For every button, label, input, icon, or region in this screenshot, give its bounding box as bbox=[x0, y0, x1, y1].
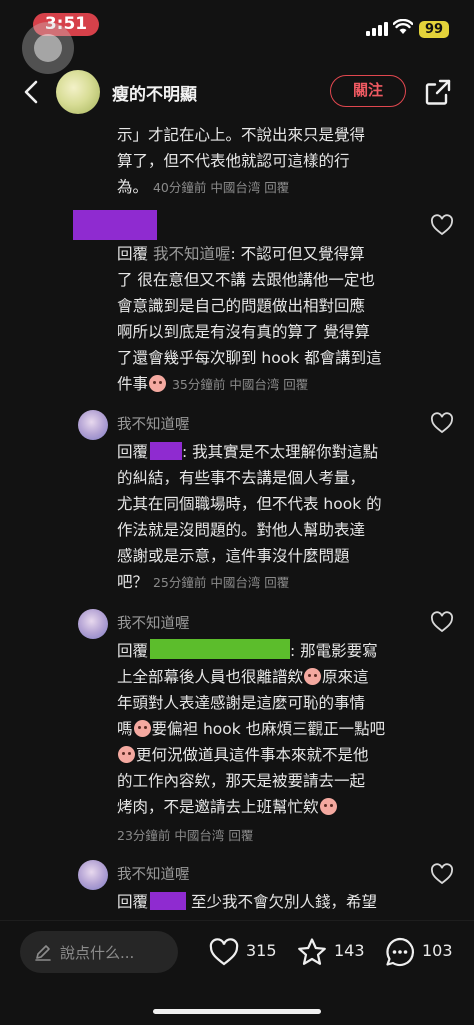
status-bar: 3:51 99 bbox=[0, 0, 474, 74]
commenter-name[interactable]: 我不知道喔 bbox=[117, 863, 190, 884]
comment-text: 烤肉，不是邀請去上班幫忙欸 bbox=[117, 795, 338, 817]
emoji-icon bbox=[149, 375, 167, 392]
like-heart-icon[interactable] bbox=[430, 412, 454, 434]
star-icon bbox=[298, 938, 326, 965]
comment-meta: 25分鐘前 中國台湾 回覆 bbox=[152, 575, 290, 590]
follow-button[interactable]: 關注 bbox=[330, 75, 406, 107]
comment-text: 年頭對人表達感謝是這麼可恥的事情 bbox=[117, 694, 366, 712]
comment-text: 會意識到是自己的問題做出相對回應 bbox=[117, 297, 366, 315]
like-heart-icon[interactable] bbox=[430, 863, 454, 885]
comment-text: 尤其在同個職場時，但不代表 hook 的 bbox=[117, 495, 382, 513]
comment-input[interactable]: 說点什么... bbox=[20, 931, 178, 973]
comment-meta: 40分鐘前 中國台湾 回覆 bbox=[152, 180, 290, 195]
comment-text: 了 很在意但又不講 去跟他講他一定也 bbox=[117, 271, 375, 289]
comment-text: 算了，但不代表他就認可這樣的行 bbox=[117, 152, 350, 170]
comment-text: 吧？ 25分鐘前 中國台湾 回覆 bbox=[117, 573, 290, 591]
comment-text: 的糾結，有些事不去講是個人考量， bbox=[117, 469, 366, 487]
comment-text: 感謝或是示意，這件事沒什麼問題 bbox=[117, 547, 350, 565]
comment-text: 回覆 至少我不會欠別人錢，希望 bbox=[117, 892, 377, 911]
comment-text-end: 為。 bbox=[117, 178, 149, 196]
emoji-icon bbox=[304, 668, 322, 685]
reply-label: 回覆 bbox=[117, 642, 149, 660]
commenter-name[interactable]: 我不知道喔 bbox=[117, 413, 190, 434]
reply-mention[interactable]: 我不知道喔 bbox=[153, 245, 231, 263]
comment-text: 啊所以到底是有沒有真的算了 覺得算 bbox=[117, 323, 370, 341]
commenter-avatar[interactable] bbox=[78, 609, 108, 639]
home-indicator bbox=[153, 1009, 321, 1014]
comment-list[interactable]: 示」才記在心上。不說出來只是覺得 算了，但不代表他就認可這樣的行 為。 40分鐘… bbox=[0, 122, 474, 920]
like-count: 315 bbox=[246, 941, 277, 960]
reply-label: 回覆 bbox=[117, 443, 149, 461]
reply-label: 回覆 bbox=[117, 893, 149, 911]
author-avatar[interactable] bbox=[56, 70, 100, 114]
comment-text: 了還會幾乎每次聊到 hook 都會講到這 bbox=[117, 349, 382, 367]
comment-text: 作法就是沒問題的。對他人幫助表達 bbox=[117, 521, 366, 539]
commenter-avatar[interactable] bbox=[78, 860, 108, 890]
header: 瘦的不明顯 關注 bbox=[0, 62, 474, 122]
reply-label: 回覆 bbox=[117, 245, 149, 263]
battery-indicator: 99 bbox=[419, 21, 449, 38]
favorite-button[interactable]: 143 bbox=[296, 935, 368, 969]
comment-text: 上全部幕後人員也很離譜欸 原來這 bbox=[117, 668, 369, 686]
redacted-username bbox=[73, 210, 157, 240]
comment-bubble-icon bbox=[386, 937, 415, 967]
comment-input-placeholder: 說点什么... bbox=[60, 944, 135, 962]
comment-text: 嗎要偏袒 hook 也麻煩三觀正一點吧 bbox=[117, 720, 386, 738]
author-name[interactable]: 瘦的不明顯 bbox=[112, 80, 197, 105]
comment-meta: 35分鐘前 中國台湾 回覆 bbox=[171, 377, 309, 392]
comment-text: 件事 35分鐘前 中國台湾 回覆 bbox=[117, 375, 309, 393]
emoji-icon bbox=[118, 746, 135, 763]
redacted-mention bbox=[150, 639, 291, 659]
redacted-mention bbox=[150, 892, 187, 910]
redacted-mention bbox=[150, 442, 183, 460]
comment-meta: 23分鐘前 中國台湾 回覆 bbox=[117, 828, 254, 843]
comment-text: 回覆: 那電影要寫 bbox=[117, 639, 378, 661]
comment-text: 為。 40分鐘前 中國台湾 回覆 bbox=[117, 175, 289, 197]
comment-text: 示」才記在心上。不說出來只是覺得 bbox=[117, 126, 366, 144]
comment-text: 更何況做道具這件事本來就不是他 bbox=[117, 743, 369, 765]
comment-text: 回覆: 我其實是不太理解你對這點 bbox=[117, 442, 379, 461]
share-icon[interactable] bbox=[424, 78, 452, 106]
commenter-name[interactable]: 我不知道喔 bbox=[117, 612, 190, 633]
bottom-action-bar: 說点什么... 315 143 103 bbox=[0, 920, 474, 1025]
wifi-icon bbox=[393, 19, 413, 34]
comment-count-button[interactable]: 103 bbox=[384, 935, 456, 969]
comment-count: 103 bbox=[422, 941, 453, 960]
signal-icon bbox=[366, 22, 388, 36]
like-heart-icon[interactable] bbox=[430, 214, 454, 236]
favorite-count: 143 bbox=[334, 941, 365, 960]
like-button[interactable]: 315 bbox=[208, 935, 278, 969]
back-button[interactable] bbox=[18, 76, 46, 108]
pen-icon bbox=[35, 945, 51, 961]
heart-icon bbox=[209, 938, 239, 966]
like-heart-icon[interactable] bbox=[430, 611, 454, 633]
emoji-icon bbox=[133, 720, 151, 737]
comment-text: 的工作內容欸，那天是被要請去一起 bbox=[117, 772, 366, 790]
commenter-avatar[interactable] bbox=[78, 410, 108, 440]
emoji-icon bbox=[319, 798, 337, 815]
comment-text: 回覆 我不知道喔: 不認可但又覺得算 bbox=[117, 245, 365, 263]
